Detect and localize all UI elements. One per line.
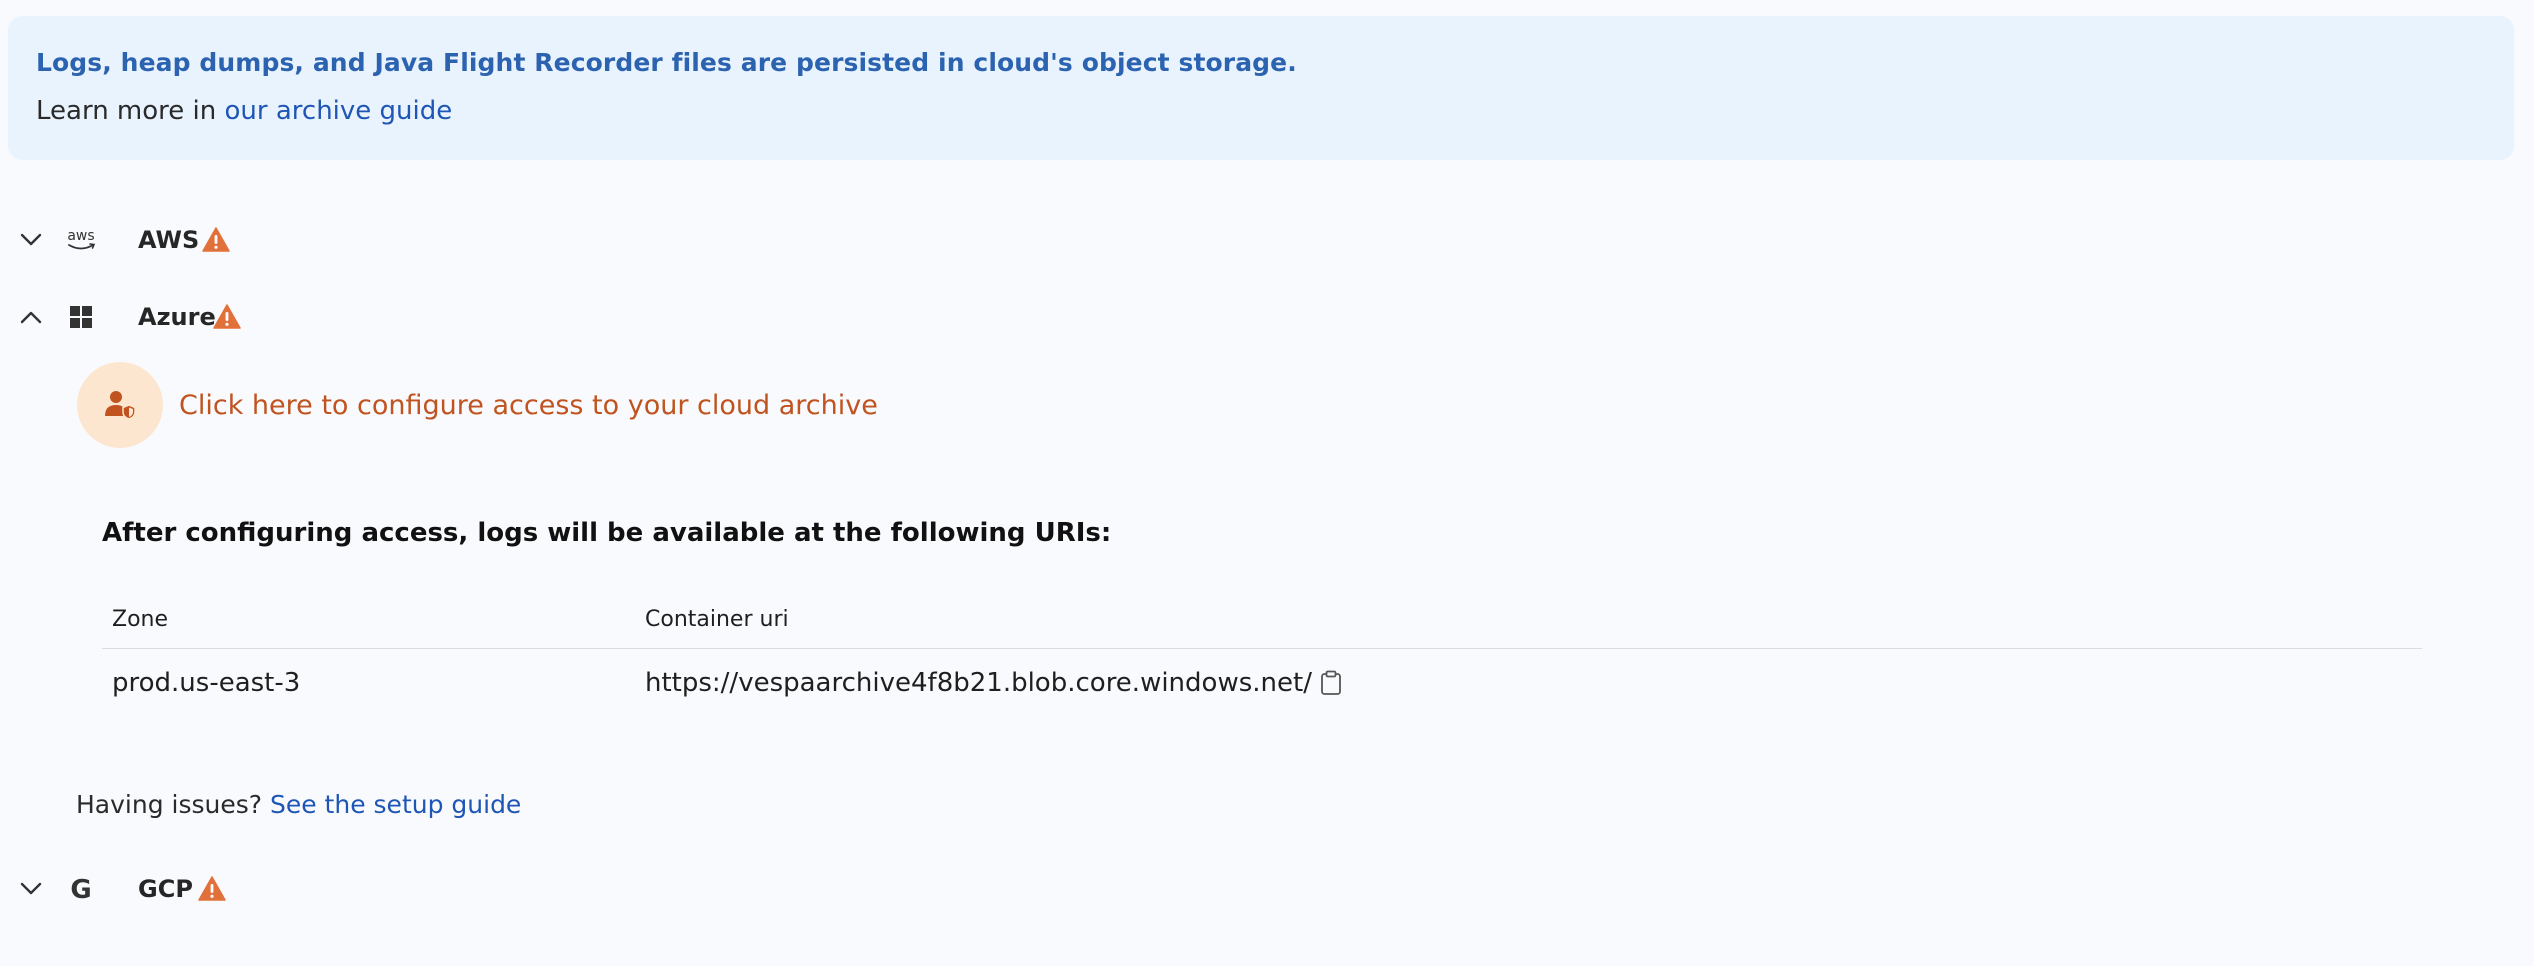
setup-guide-link[interactable]: See the setup guide	[270, 790, 521, 819]
user-shield-icon[interactable]	[77, 362, 163, 448]
provider-row-aws[interactable]: aws AWS	[0, 215, 600, 265]
configure-access[interactable]: Click here to configure access to your c…	[77, 362, 878, 448]
uri-table: Zone Container uri prod.us-east-3 https:…	[102, 590, 2422, 717]
cloud-archive-page: Logs, heap dumps, and Java Flight Record…	[0, 0, 2534, 966]
provider-name-azure: Azure	[138, 303, 216, 331]
google-logo-text: G	[70, 875, 91, 903]
warning-icon	[198, 875, 226, 903]
configure-access-link[interactable]: Click here to configure access to your c…	[179, 390, 878, 421]
warning-icon	[213, 303, 241, 331]
aws-logo-icon: aws	[64, 223, 98, 257]
provider-name-aws: AWS	[138, 226, 200, 254]
container-uri-cell: https://vespaarchive4f8b21.blob.core.win…	[645, 649, 1342, 717]
uris-title: After configuring access, logs will be a…	[102, 518, 1112, 548]
chevron-down-icon[interactable]	[18, 227, 44, 253]
aws-logo-text: aws	[67, 228, 94, 244]
container-uri-text: https://vespaarchive4f8b21.blob.core.win…	[645, 668, 1312, 698]
banner-title: Logs, heap dumps, and Java Flight Record…	[36, 48, 1297, 77]
having-issues: Having issues? See the setup guide	[76, 790, 521, 819]
provider-row-azure[interactable]: Azure	[0, 292, 600, 342]
learn-more-prefix: Learn more in	[36, 96, 225, 126]
table-row: prod.us-east-3 https://vespaarchive4f8b2…	[102, 649, 2422, 717]
table-header-row: Zone Container uri	[102, 590, 2422, 649]
google-logo-icon: G	[64, 872, 98, 906]
chevron-up-icon[interactable]	[18, 304, 44, 330]
archive-guide-link[interactable]: our archive guide	[225, 96, 453, 126]
chevron-down-icon[interactable]	[18, 876, 44, 902]
column-header-container-uri: Container uri	[645, 606, 789, 632]
issues-prefix: Having issues?	[76, 790, 270, 819]
provider-name-gcp: GCP	[138, 875, 193, 903]
provider-row-gcp[interactable]: G GCP	[0, 864, 600, 914]
windows-logo-icon	[64, 300, 98, 334]
clipboard-icon[interactable]	[1320, 670, 1342, 696]
warning-icon	[202, 226, 230, 254]
info-banner: Logs, heap dumps, and Java Flight Record…	[8, 16, 2514, 160]
banner-learn-more: Learn more in our archive guide	[36, 94, 2486, 128]
zone-cell: prod.us-east-3	[112, 668, 301, 698]
column-header-zone: Zone	[112, 606, 169, 632]
